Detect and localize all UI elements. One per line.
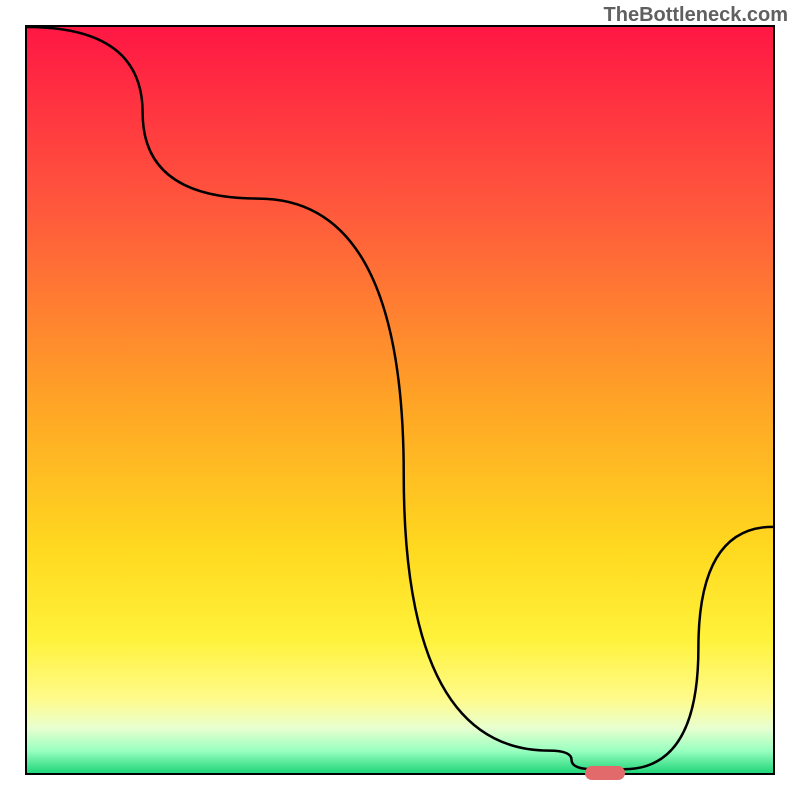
- chart-plot-area: [25, 25, 775, 775]
- watermark-text: TheBottleneck.com: [604, 4, 788, 27]
- bottleneck-curve: [27, 27, 773, 773]
- optimal-marker: [585, 766, 625, 780]
